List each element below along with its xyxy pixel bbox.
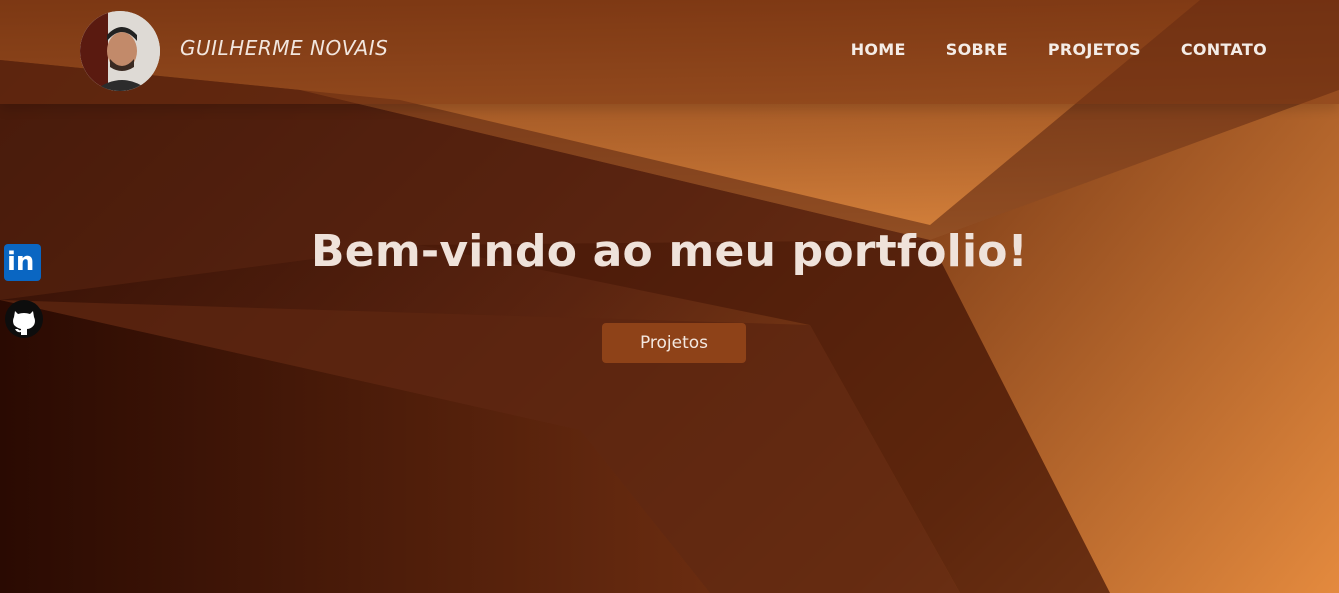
navbar: GUILHERME NOVAIS HOME SOBRE PROJETOS CON…: [0, 0, 1339, 104]
avatar[interactable]: [80, 11, 160, 91]
github-icon[interactable]: [4, 299, 44, 339]
hero-title-prefix: Bem-vindo ao meu: [311, 226, 792, 277]
hero-title-bold: portfolio: [791, 226, 1008, 277]
nav-home[interactable]: HOME: [851, 40, 906, 59]
hero-title: Bem-vindo ao meu portfolio!: [0, 226, 1339, 277]
avatar-photo: [80, 11, 160, 91]
brand-name[interactable]: GUILHERME NOVAIS: [180, 36, 388, 60]
nav-contato[interactable]: CONTATO: [1181, 40, 1267, 59]
github-logo: [5, 300, 43, 338]
hero-title-suffix: !: [1007, 226, 1028, 277]
projetos-button[interactable]: Projetos: [602, 323, 746, 363]
hero-section: GUILHERME NOVAIS HOME SOBRE PROJETOS CON…: [0, 0, 1339, 593]
main-nav: HOME SOBRE PROJETOS CONTATO: [851, 40, 1267, 59]
nav-sobre[interactable]: SOBRE: [946, 40, 1008, 59]
nav-projetos[interactable]: PROJETOS: [1048, 40, 1141, 59]
